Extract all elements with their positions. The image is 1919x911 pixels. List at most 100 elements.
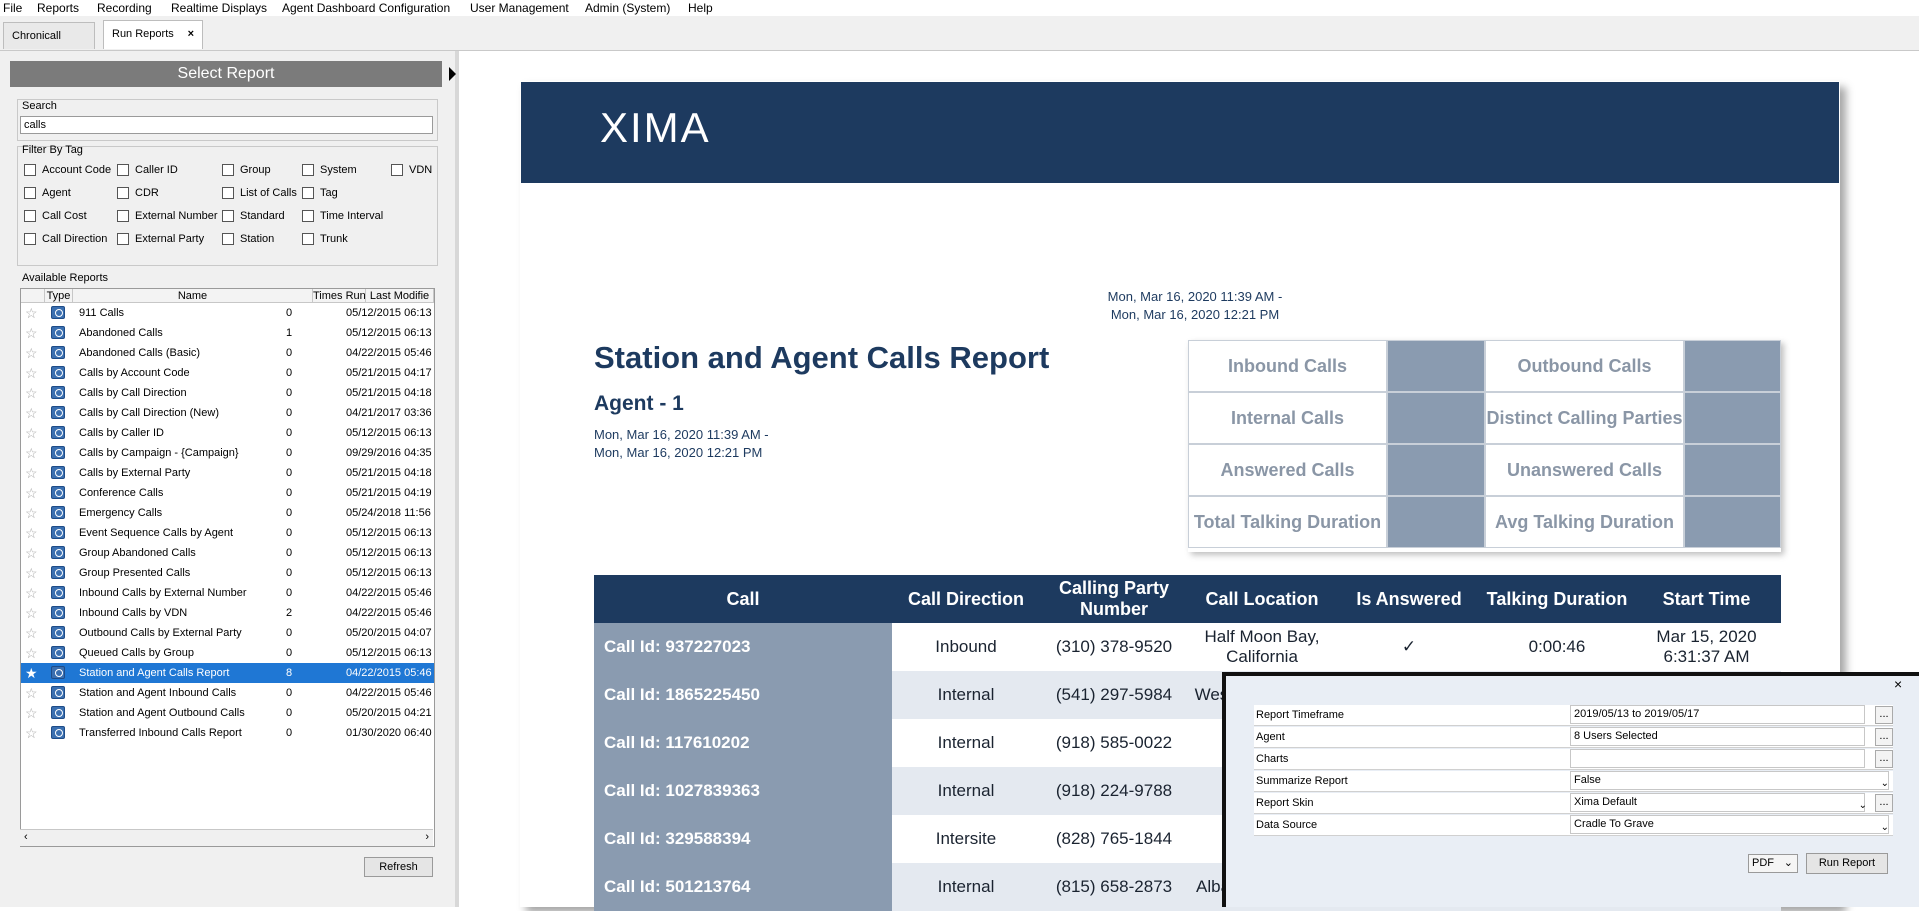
report-row[interactable]: ☆ Station and Agent Inbound Calls 0 04/22/2…	[21, 683, 434, 703]
report-row[interactable]: ☆ Inbound Calls by VDN 2 04/22/2015 05:46	[21, 603, 434, 623]
tab-chronicall-menu[interactable]: Chronicall Menu	[3, 22, 95, 68]
report-row[interactable]: ☆ Conference Calls 0 05/21/2015 04:19	[21, 483, 434, 503]
favorite-star-icon[interactable]: ☆	[25, 706, 39, 720]
checkbox[interactable]	[302, 210, 314, 222]
report-row[interactable]: ☆ Transferred Inbound Calls Report 0 01/30/…	[21, 723, 434, 743]
menu-help[interactable]: Help	[688, 1, 713, 15]
checkbox[interactable]	[222, 187, 234, 199]
report-row[interactable]: ☆ Group Presented Calls 0 05/12/2015 06:13	[21, 563, 434, 583]
report-row[interactable]: ☆ Outbound Calls by External Party 0 05/20/…	[21, 623, 434, 643]
option-value[interactable]: 2019/05/13 to 2019/05/17	[1570, 705, 1865, 724]
report-row[interactable]: ★ Station and Agent Calls Report 8 04/22/20…	[21, 663, 434, 683]
checkbox[interactable]	[24, 164, 36, 176]
chevron-down-icon[interactable]: ⌄	[1859, 795, 1867, 816]
horizontal-scrollbar[interactable]: ‹ ›	[20, 829, 433, 846]
menu-admin-system[interactable]: Admin (System)	[585, 1, 670, 15]
checkbox[interactable]	[302, 187, 314, 199]
option-value[interactable]: False	[1570, 771, 1889, 790]
column-header-name[interactable]: Name	[73, 289, 313, 303]
checkbox[interactable]	[117, 210, 129, 222]
checkbox[interactable]	[391, 164, 403, 176]
browse-button[interactable]: ...	[1875, 706, 1893, 724]
run-report-button[interactable]: Run Report	[1806, 853, 1888, 874]
favorite-star-icon[interactable]: ☆	[25, 346, 39, 360]
refresh-button[interactable]: Refresh	[364, 857, 433, 877]
favorite-star-icon[interactable]: ☆	[25, 446, 39, 460]
search-input[interactable]	[20, 116, 433, 134]
chevron-down-icon[interactable]: ⌄	[1881, 817, 1889, 838]
favorite-star-icon[interactable]: ☆	[25, 366, 39, 380]
menu-recording[interactable]: Recording	[97, 1, 152, 15]
checkbox[interactable]	[24, 233, 36, 245]
favorite-star-icon[interactable]: ★	[25, 666, 39, 680]
favorite-star-icon[interactable]: ☆	[25, 626, 39, 640]
close-icon[interactable]: ×	[1894, 676, 1902, 692]
favorite-star-icon[interactable]: ☆	[25, 466, 39, 480]
option-value[interactable]: Cradle To Grave	[1570, 815, 1889, 834]
report-row[interactable]: ☆ Calls by Call Direction 0 05/21/2015 04:1…	[21, 383, 434, 403]
option-value[interactable]: 8 Users Selected	[1570, 727, 1865, 746]
menu-agent-dashboard-configuration[interactable]: Agent Dashboard Configuration	[282, 1, 450, 15]
scroll-right-icon[interactable]: ›	[425, 831, 429, 843]
column-header-times-run[interactable]: Times Run	[313, 289, 366, 303]
report-row[interactable]: ☆ Emergency Calls 0 05/24/2018 11:56	[21, 503, 434, 523]
checkbox[interactable]	[222, 164, 234, 176]
favorite-star-icon[interactable]: ☆	[25, 486, 39, 500]
output-format-select[interactable]: PDF ⌄	[1748, 854, 1798, 873]
checkbox[interactable]	[222, 233, 234, 245]
report-row[interactable]: ☆ Calls by Campaign - {Campaign} 0 09/29/20…	[21, 443, 434, 463]
column-header-type[interactable]: Type	[45, 289, 73, 303]
option-value[interactable]: Xima Default	[1570, 793, 1865, 812]
collapse-arrow-icon[interactable]	[449, 67, 456, 81]
chevron-down-icon[interactable]: ⌄	[1881, 773, 1889, 794]
report-name: Station and Agent Calls Report	[79, 667, 230, 679]
browse-button[interactable]: ...	[1875, 728, 1893, 746]
favorite-star-icon[interactable]: ☆	[25, 406, 39, 420]
report-row[interactable]: ☆ Calls by External Party 0 05/21/2015 04:1…	[21, 463, 434, 483]
report-row[interactable]: ☆ Group Abandoned Calls 0 05/12/2015 06:13	[21, 543, 434, 563]
favorite-star-icon[interactable]: ☆	[25, 426, 39, 440]
favorite-star-icon[interactable]: ☆	[25, 546, 39, 560]
scroll-left-icon[interactable]: ‹	[24, 831, 28, 843]
menu-user-management[interactable]: User Management	[470, 1, 569, 15]
checkbox[interactable]	[24, 187, 36, 199]
favorite-star-icon[interactable]: ☆	[25, 506, 39, 520]
report-row[interactable]: ☆ Inbound Calls by External Number 0 04/22/…	[21, 583, 434, 603]
report-row[interactable]: ☆ Station and Agent Outbound Calls 0 05/20/…	[21, 703, 434, 723]
checkbox[interactable]	[302, 233, 314, 245]
checkbox[interactable]	[117, 187, 129, 199]
favorite-star-icon[interactable]: ☆	[25, 586, 39, 600]
report-row[interactable]: ☆ 911 Calls 0 05/12/2015 06:13	[21, 303, 434, 323]
browse-button[interactable]: ...	[1875, 794, 1893, 812]
favorite-star-icon[interactable]: ☆	[25, 386, 39, 400]
favorite-star-icon[interactable]: ☆	[25, 566, 39, 580]
report-row[interactable]: ☆ Abandoned Calls 1 05/12/2015 06:13	[21, 323, 434, 343]
report-row[interactable]: ☆ Calls by Call Direction (New) 0 04/21/201…	[21, 403, 434, 423]
report-row[interactable]: ☆ Event Sequence Calls by Agent 0 05/12/201…	[21, 523, 434, 543]
favorite-star-icon[interactable]: ☆	[25, 686, 39, 700]
menu-reports[interactable]: Reports	[37, 1, 79, 15]
report-row[interactable]: ☆ Calls by Caller ID 0 05/12/2015 06:13	[21, 423, 434, 443]
report-row[interactable]: ☆ Queued Calls by Group 0 05/12/2015 06:13	[21, 643, 434, 663]
menu-file[interactable]: File	[3, 1, 22, 15]
favorite-star-icon[interactable]: ☆	[25, 606, 39, 620]
checkbox[interactable]	[117, 233, 129, 245]
checkbox[interactable]	[24, 210, 36, 222]
checkbox[interactable]	[222, 210, 234, 222]
browse-button[interactable]: ...	[1875, 750, 1893, 768]
favorite-star-icon[interactable]: ☆	[25, 726, 39, 740]
tab-run-reports[interactable]: Run Reports ×	[103, 20, 203, 49]
checkbox[interactable]	[302, 164, 314, 176]
report-row[interactable]: ☆ Abandoned Calls (Basic) 0 04/22/2015 05:4…	[21, 343, 434, 363]
checkbox[interactable]	[117, 164, 129, 176]
report-row[interactable]: ☆ Calls by Account Code 0 05/21/2015 04:17	[21, 363, 434, 383]
favorite-star-icon[interactable]: ☆	[25, 306, 39, 320]
favorite-star-icon[interactable]: ☆	[25, 526, 39, 540]
favorite-star-icon[interactable]: ☆	[25, 646, 39, 660]
menu-realtime-displays[interactable]: Realtime Displays	[171, 1, 267, 15]
column-header-star[interactable]	[21, 289, 45, 303]
column-header-last-modified[interactable]: Last Modifie	[366, 289, 434, 303]
close-icon[interactable]: ×	[188, 21, 194, 47]
option-value[interactable]	[1570, 749, 1865, 768]
favorite-star-icon[interactable]: ☆	[25, 326, 39, 340]
